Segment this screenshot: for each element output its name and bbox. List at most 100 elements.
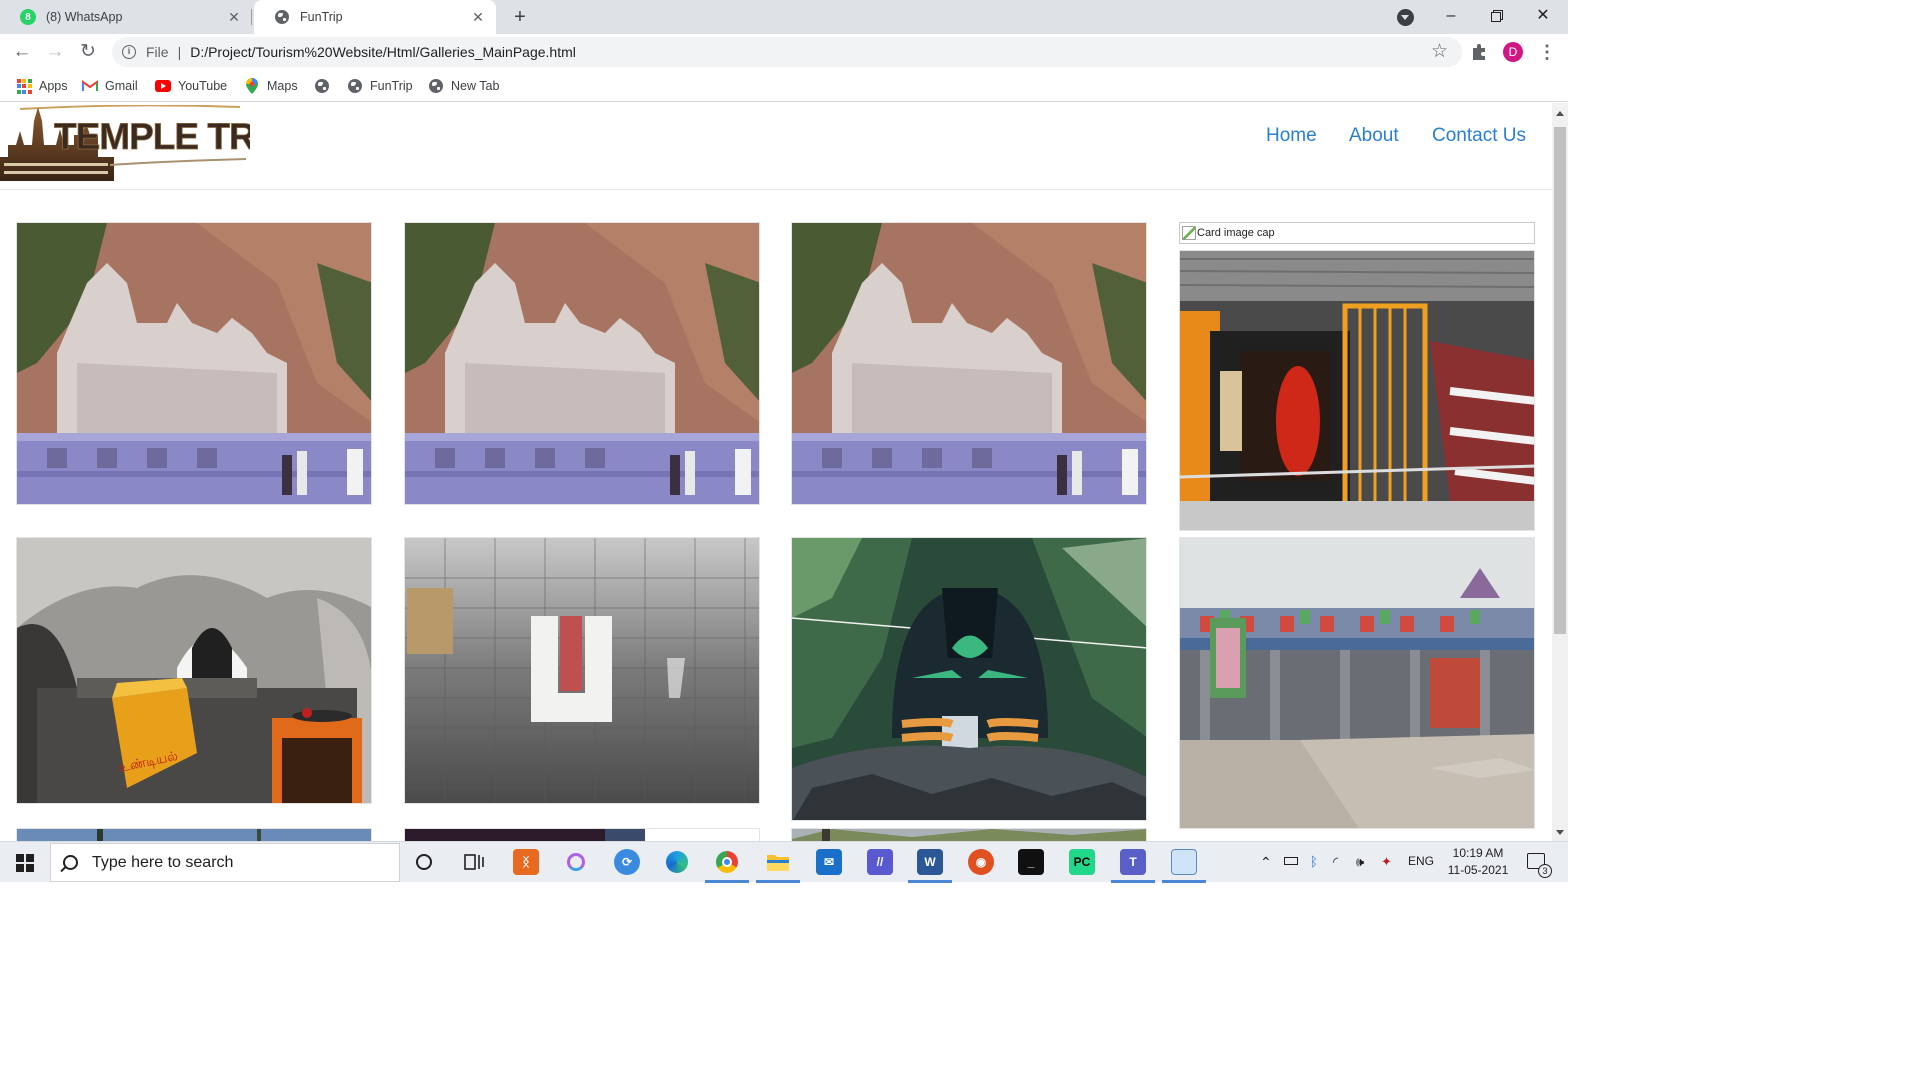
tab-whatsapp[interactable]: 8 (8) WhatsApp ✕ [0, 0, 252, 34]
globe-icon [428, 78, 444, 94]
bookmark-maps[interactable]: Maps [244, 77, 298, 95]
cortana-icon[interactable] [411, 849, 437, 875]
nav-contact-us[interactable]: Contact Us [1432, 125, 1526, 147]
teams-icon[interactable]: T [1120, 849, 1146, 875]
word-active-indicator [908, 880, 952, 883]
reload-icon[interactable]: ↻ [76, 40, 100, 64]
tab-title: FunTrip [300, 10, 343, 24]
bookmarks-bar: Apps Gmail YouTube Maps FunTrip New Tab [0, 70, 1568, 102]
bluetooth-icon[interactable]: ᛒ [1310, 854, 1318, 869]
word-icon[interactable]: W [917, 849, 943, 875]
site-navbar: TEMPLE TRIP Home About Contact Us [0, 103, 1552, 190]
globe-icon [274, 9, 290, 25]
xampp-icon[interactable]: ᛝ [513, 849, 539, 875]
system-clock[interactable]: 10:19 AM 11-05-2021 [1440, 845, 1516, 879]
youtube-icon [155, 78, 171, 94]
volume-icon[interactable]: 🕪 [1356, 854, 1364, 870]
gallery-card-row3-1[interactable] [16, 828, 372, 841]
bookmark-new-tab[interactable]: New Tab [428, 77, 499, 95]
tab-search-icon[interactable] [1397, 9, 1414, 26]
nav-about[interactable]: About [1349, 125, 1399, 147]
globe-icon [314, 78, 330, 94]
bookmark-label: Maps [267, 79, 298, 93]
gallery-card-cave-shrine[interactable]: உண்டியல் [16, 537, 372, 804]
namam-wall-photo [405, 538, 759, 803]
bookmark-star-icon[interactable]: ☆ [1431, 40, 1448, 63]
wifi-icon[interactable]: ◜ [1333, 854, 1338, 870]
pycharm-icon[interactable]: PC [1069, 849, 1095, 875]
cave-temple-photo [792, 223, 1146, 504]
gallery-card-cave-temple-2[interactable] [404, 222, 760, 505]
back-icon[interactable]: ← [10, 40, 34, 64]
mail-icon[interactable]: ✉ [816, 849, 842, 875]
shrine-photo [1180, 251, 1534, 530]
chrome-icon[interactable] [714, 849, 740, 875]
nav-home[interactable]: Home [1266, 125, 1317, 147]
new-tab-button[interactable]: + [508, 5, 532, 29]
broken-image-placeholder: Card image cap [1179, 222, 1535, 244]
trees-photo [792, 829, 1146, 841]
battery-icon[interactable] [1284, 854, 1298, 868]
task-view-icon[interactable] [461, 849, 487, 875]
sync-app-icon[interactable]: ⟳ [614, 849, 640, 875]
teams-active-indicator [1111, 880, 1155, 883]
info-icon[interactable]: i [122, 45, 136, 59]
close-tab-icon[interactable]: ✕ [470, 9, 486, 25]
profile-avatar[interactable]: D [1503, 42, 1523, 62]
bookmark-unnamed[interactable] [314, 77, 337, 95]
gallery-card-namam-wall[interactable] [404, 537, 760, 804]
address-bar[interactable]: i File | D:/Project/Tourism%20Website/Ht… [112, 37, 1462, 67]
whatsapp-icon: 8 [20, 9, 36, 25]
broken-image-alt: Card image cap [1197, 227, 1275, 239]
gallery-card-cave-temple-3[interactable] [791, 222, 1147, 505]
show-hidden-icons-chevron-icon[interactable]: ⌃ [1260, 854, 1272, 871]
bookmark-funtrip[interactable]: FunTrip [347, 77, 413, 95]
gallery-card-row3-2[interactable] [404, 828, 760, 841]
sky-photo [17, 829, 371, 841]
gallery-card-temple-hall[interactable] [1179, 537, 1535, 829]
gallery-card-cave-temple-1[interactable] [16, 222, 372, 505]
photos-app-icon[interactable] [1171, 849, 1197, 875]
broken-image-icon [1182, 226, 1196, 240]
bookmark-label: FunTrip [370, 79, 413, 93]
temple-trip-logo[interactable]: TEMPLE TRIP [0, 105, 250, 185]
close-tab-icon[interactable]: ✕ [226, 9, 242, 25]
app-slash-icon[interactable]: // [867, 849, 893, 875]
scrollbar-thumb[interactable] [1554, 127, 1566, 634]
extensions-puzzle-icon[interactable] [1469, 42, 1489, 62]
taskbar-search-box[interactable]: Type here to search [50, 843, 400, 882]
scroll-up-arrow-icon[interactable] [1556, 111, 1564, 116]
tab-funtrip[interactable]: FunTrip ✕ [254, 0, 496, 34]
gallery-card-shrine[interactable] [1179, 250, 1535, 531]
terminal-icon[interactable]: _ [1018, 849, 1044, 875]
bookmark-gmail[interactable]: Gmail [82, 77, 138, 95]
bookmark-youtube[interactable]: YouTube [155, 77, 227, 95]
clock-time: 10:19 AM [1452, 846, 1504, 860]
shiva-lingam-photo [792, 538, 1146, 820]
bookmark-label: New Tab [451, 79, 500, 93]
more-menu-icon[interactable]: ⋮ [1538, 41, 1556, 63]
minimize-icon[interactable]: – [1428, 4, 1474, 28]
page-scrollbar[interactable] [1552, 103, 1568, 841]
scroll-down-arrow-icon[interactable] [1556, 830, 1564, 835]
edge-icon[interactable] [664, 849, 690, 875]
gallery-card-row3-3[interactable] [791, 828, 1147, 841]
close-window-icon[interactable]: ✕ [1520, 4, 1566, 28]
bookmark-label: Apps [39, 79, 68, 93]
windows-taskbar: Type here to search ᛝ ⟳ ✉ // W ◉ _ PC T … [0, 841, 1568, 883]
taskbar-search-placeholder: Type here to search [92, 853, 234, 871]
tab-badge: 8 [25, 11, 31, 23]
ubuntu-icon[interactable]: ◉ [968, 849, 994, 875]
cave-shrine-photo: உண்டியல் [17, 538, 371, 803]
restore-icon[interactable] [1474, 4, 1520, 28]
tab-title: (8) WhatsApp [46, 10, 123, 24]
input-language[interactable]: ENG [1408, 854, 1434, 868]
picsart-icon[interactable] [563, 849, 589, 875]
forward-icon[interactable]: → [43, 40, 67, 64]
address-url[interactable]: D:/Project/Tourism%20Website/Html/Galler… [190, 44, 576, 60]
windows-start-icon[interactable] [16, 854, 34, 872]
app-tray-icon[interactable]: ✦ [1381, 854, 1392, 870]
gallery-card-shiva-lingam[interactable] [791, 537, 1147, 821]
bookmark-apps[interactable]: Apps [16, 77, 68, 95]
file-explorer-icon[interactable] [765, 849, 791, 875]
